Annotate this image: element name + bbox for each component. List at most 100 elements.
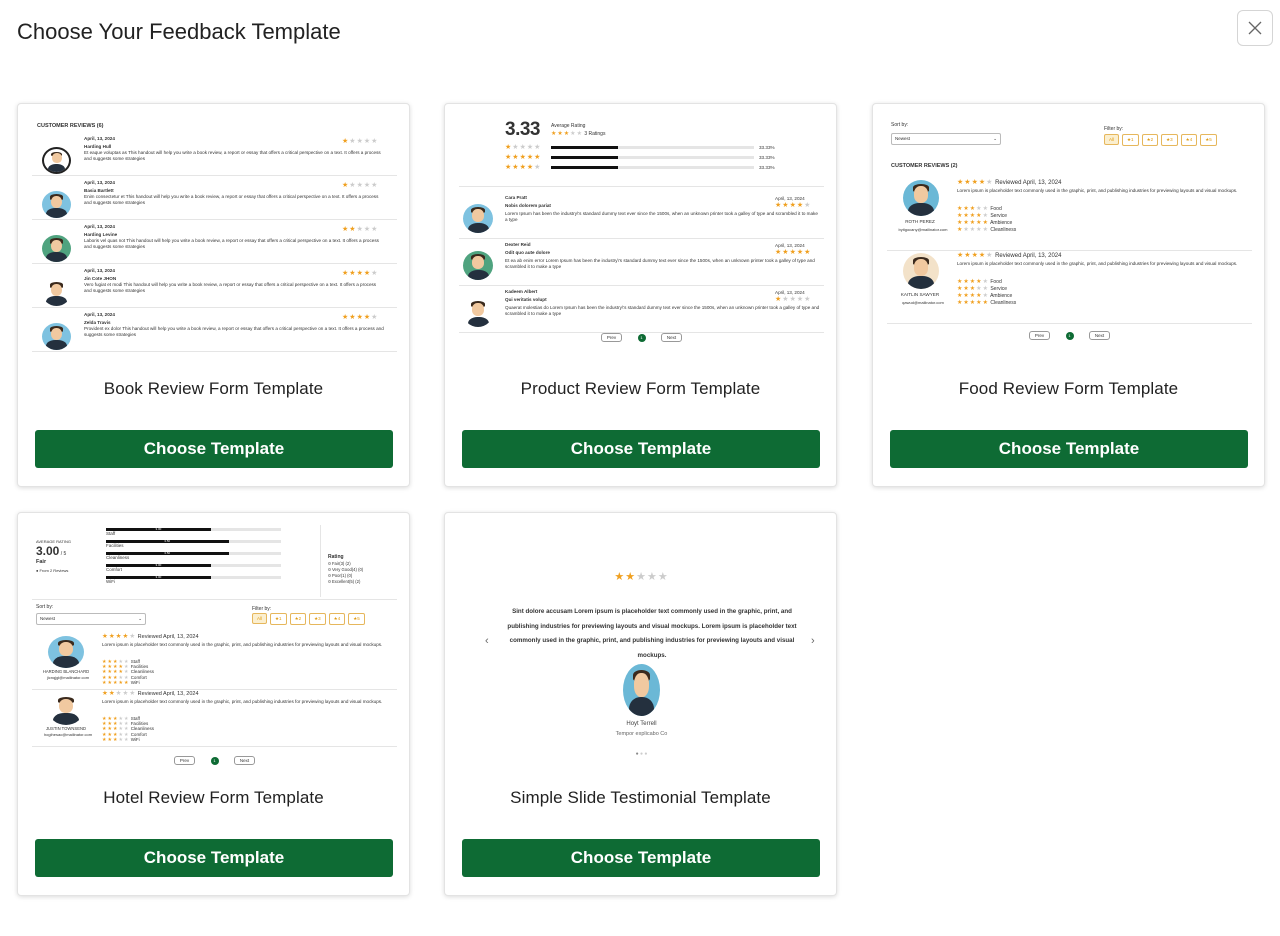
prev-button[interactable]: Prev — [173, 756, 196, 765]
avatar — [463, 298, 493, 327]
star-icon: ★ — [349, 138, 356, 145]
star-icon: ★ — [976, 206, 982, 212]
filter-chip[interactable]: ★4 — [328, 613, 346, 625]
divider — [320, 525, 321, 597]
filter-chip[interactable]: ★2 — [1141, 134, 1159, 146]
star-icon: ★ — [356, 138, 363, 145]
template-title: Product Review Form Template — [520, 379, 761, 398]
star-icon: ★ — [356, 226, 363, 233]
aspect-label: WiFi — [130, 679, 140, 685]
filter-chip[interactable]: ★5 — [1200, 134, 1217, 146]
template-card-slide[interactable]: ★★★★★ Sint dolore accusam Lorem ipsum is… — [444, 512, 837, 896]
reviewed-date: Reviewed April, 13, 2024 — [137, 634, 199, 640]
next-button[interactable]: Next — [233, 756, 256, 765]
filter-chip[interactable]: ★5 — [348, 613, 365, 625]
template-card-book[interactable]: CUSTOMER REVIEWS (6) April, 13, 2024 Hard… — [17, 103, 410, 487]
star-icon: ★ — [625, 571, 636, 583]
aspect-label: Ambience — [990, 293, 1013, 299]
star-icon: ★ — [789, 296, 796, 303]
star-icon: ★ — [349, 314, 356, 321]
review-text: Enim consectetur et This handout will he… — [84, 194, 379, 205]
sort-select[interactable]: Newest ⌄ — [36, 613, 146, 625]
template-card-product[interactable]: 3.33 Average Rating ★★★★★ 3 Ratings ★★★★… — [444, 103, 837, 487]
choose-template-button[interactable]: Choose Template — [462, 839, 820, 877]
aspect-label: WiFi — [130, 736, 140, 742]
star-icon: ★ — [534, 154, 541, 161]
next-button[interactable]: Next — [1088, 331, 1111, 340]
star-icon: ★ — [957, 279, 963, 285]
review-date: April, 13, 2024 — [84, 268, 115, 273]
filter-chip[interactable]: ★1 — [1122, 134, 1139, 146]
rating-option-label: Excellent(5) (2) — [332, 579, 361, 584]
choose-template-button[interactable]: Choose Template — [35, 430, 393, 468]
category-label: Cleanliness — [106, 555, 130, 560]
star-icon: ★ — [963, 227, 969, 233]
close-button[interactable] — [1237, 10, 1273, 46]
aspect-rating: ★★★★★ Cleanliness — [957, 227, 1016, 233]
review-stars: ★★★★★ Reviewed April, 13, 2024 — [102, 633, 199, 641]
star-icon: ★ — [356, 270, 363, 277]
choose-template-button[interactable]: Choose Template — [462, 430, 820, 468]
filter-chip[interactable]: ★2 — [289, 613, 307, 625]
reviewer-email: qawud@mailinator.com — [902, 300, 944, 305]
filter-chip[interactable]: ★4 — [1180, 134, 1198, 146]
category-bar — [106, 528, 281, 531]
slide-prev-arrow[interactable]: ‹ — [485, 635, 489, 647]
star-icon: ★ — [108, 633, 115, 640]
filter-chip[interactable]: All — [1104, 134, 1120, 145]
rating-option[interactable]: Excellent(5) (2) — [328, 579, 360, 585]
prev-button[interactable]: Prev — [600, 333, 623, 342]
filter-chips: All ★1 ★2 ★3 ★4 ★5 — [249, 613, 365, 625]
review-date: April, 13, 2024 — [84, 224, 115, 229]
star-icon: ★ — [102, 690, 108, 697]
product-ratings-count: 3 Ratings — [584, 131, 606, 137]
star-icon: ★ — [957, 206, 963, 212]
filter-chip[interactable]: ★3 — [1161, 134, 1178, 146]
category-label: Comfort — [106, 567, 123, 572]
page-number[interactable]: 1 — [1065, 332, 1074, 340]
star-icon: ★ — [342, 138, 349, 145]
template-card-hotel[interactable]: AVERAGE RATING 3.00 / 5 Fair ● From 2 Re… — [17, 512, 410, 896]
template-card-food[interactable]: Sort by: Newest ⌄ Filter by: All ★1 ★2 ★3 ★4 ★… — [872, 103, 1265, 487]
star-icon: ★ — [363, 314, 371, 321]
star-icon: ★ — [349, 226, 356, 233]
slide-next-arrow[interactable]: › — [811, 635, 815, 647]
choose-template-button[interactable]: Choose Template — [35, 839, 393, 877]
star-icon: ★ — [804, 249, 811, 256]
star-icon: ★ — [982, 293, 988, 299]
avatar — [42, 279, 71, 306]
star-icon: ★ — [512, 154, 519, 161]
page-number[interactable]: 1 — [637, 334, 646, 342]
chevron-down-icon: ⌄ — [993, 136, 997, 141]
slide-text: Sint dolore accusam Lorem ipsum is place… — [507, 608, 797, 659]
filter-chip[interactable]: All — [252, 613, 268, 624]
rating-bar — [551, 166, 754, 169]
star-icon: ★ — [614, 571, 625, 583]
close-icon — [1248, 21, 1262, 35]
slide-company: Tempor explicabo Co — [615, 731, 668, 737]
aspect-label: Ambience — [990, 220, 1013, 226]
star-icon: ★ — [982, 220, 988, 226]
star-icon: ★ — [782, 249, 789, 256]
sort-select[interactable]: Newest ⌄ — [891, 133, 1001, 145]
page-number[interactable]: 1 — [210, 757, 219, 765]
list-item: HARDING BLANCHARD jicnqjgl@mailinator.com… — [32, 633, 397, 690]
filter-chip[interactable]: ★1 — [270, 613, 287, 625]
prev-button[interactable]: Prev — [1028, 331, 1051, 340]
list-item: April, 13, 2024 Jin Cote JHON Vero fugiat … — [32, 264, 397, 308]
star-icon: ★ — [964, 179, 971, 186]
star-icon: ★ — [129, 690, 136, 697]
next-button[interactable]: Next — [660, 333, 683, 342]
star-icon: ★ — [356, 314, 363, 321]
star-icon: ★ — [505, 154, 512, 161]
star-icon: ★ — [971, 252, 978, 259]
review-stars: ★★★★★ — [342, 226, 378, 233]
star-icon: ★ — [102, 679, 107, 686]
slide-avatar — [623, 664, 660, 716]
category-value: 3.50 — [164, 539, 171, 543]
filter-chip[interactable]: ★3 — [309, 613, 326, 625]
slide-dots[interactable]: ● ● ● — [459, 751, 824, 757]
choose-template-button[interactable]: Choose Template — [890, 430, 1248, 468]
star-icon: ★ — [976, 293, 982, 299]
avatar — [48, 693, 84, 725]
